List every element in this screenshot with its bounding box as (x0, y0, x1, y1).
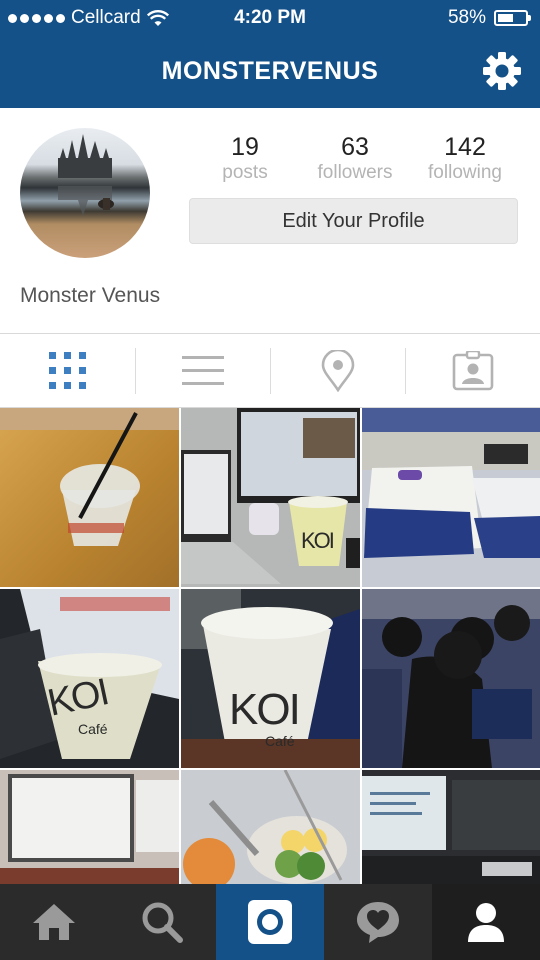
battery-info: 58% (447, 7, 531, 29)
photo-thumbnail[interactable] (362, 589, 540, 768)
photo-image (181, 408, 360, 587)
nav-bar: MONSTERVENUS (0, 34, 540, 108)
photo-image (362, 589, 540, 768)
tab-list[interactable] (135, 335, 270, 407)
location-pin-icon (321, 350, 354, 392)
profile-icon (468, 903, 504, 942)
nav-search[interactable] (108, 884, 216, 960)
stat-value: 19 (231, 133, 259, 161)
battery-icon (494, 10, 531, 26)
avatar-photo (58, 134, 114, 216)
followers-count[interactable]: 63 followers (300, 133, 410, 185)
following-count[interactable]: 142 following (410, 133, 520, 185)
nav-activity[interactable] (324, 884, 432, 960)
tab-grid[interactable] (0, 335, 135, 407)
photo-grid: KOI KOI Café KOI Café (0, 408, 540, 884)
list-icon (181, 356, 224, 385)
posts-count[interactable]: 19 posts (190, 133, 300, 185)
home-icon (33, 904, 75, 940)
photo-thumbnail[interactable]: KOI Café (0, 589, 179, 768)
photo-thumbnail[interactable]: KOI (181, 408, 360, 587)
photo-image (362, 408, 540, 587)
edit-profile-button[interactable]: Edit Your Profile (189, 198, 518, 244)
photo-image (0, 408, 179, 546)
photo-thumbnail[interactable] (362, 408, 540, 587)
grid-icon (48, 352, 86, 389)
photo-cafe-text: Café (78, 721, 108, 737)
stat-label: posts (222, 162, 268, 183)
gear-icon[interactable] (482, 51, 522, 91)
profile-stats: 19 posts 63 followers 142 following (190, 133, 520, 185)
photo-thumbnail[interactable] (0, 770, 179, 884)
nav-camera[interactable] (216, 884, 324, 960)
camera-icon (248, 900, 292, 944)
battery-percent: 58% (447, 7, 486, 28)
nav-profile[interactable] (432, 884, 540, 960)
photo-image (0, 770, 179, 884)
activity-icon (357, 902, 399, 943)
photo-brand-text: KOI (229, 685, 301, 734)
photo-brand-text: KOI (301, 528, 335, 553)
stat-value: 142 (444, 133, 486, 161)
stat-label: following (428, 162, 502, 183)
photo-image (181, 770, 360, 884)
tab-tagged[interactable] (405, 335, 540, 407)
stat-value: 63 (341, 133, 369, 161)
divider (0, 333, 540, 334)
photo-thumbnail[interactable] (181, 770, 360, 884)
bottom-nav (0, 884, 540, 960)
tab-places[interactable] (270, 335, 405, 407)
page-title: MONSTERVENUS (161, 57, 379, 85)
photo-thumbnail[interactable] (0, 408, 179, 587)
avatar[interactable] (20, 128, 150, 258)
stat-label: followers (317, 162, 393, 183)
status-bar: Cellcard 4:20 PM 58% (0, 0, 540, 34)
tagged-photos-icon (452, 351, 493, 391)
photo-thumbnail[interactable] (362, 770, 540, 884)
photo-cafe-text: Café (265, 733, 295, 749)
nav-home[interactable] (0, 884, 108, 960)
profile-full-name: Monster Venus (20, 284, 161, 307)
photo-thumbnail[interactable]: KOI Café (181, 589, 360, 768)
profile-view-tabs (0, 335, 540, 407)
photo-image (362, 770, 540, 884)
search-icon (142, 902, 183, 943)
